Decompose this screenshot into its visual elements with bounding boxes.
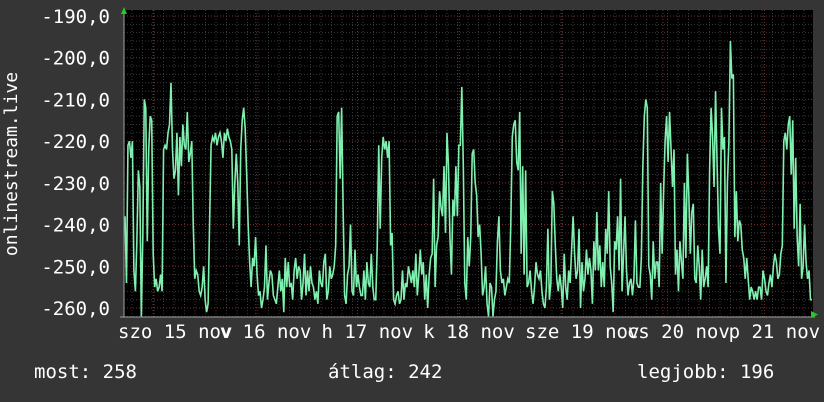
x-tick-label: szo 15 nov (118, 321, 232, 343)
x-tick-label: cs 20 nov (627, 321, 730, 343)
y-tick-label: -230,0 (41, 173, 110, 195)
current-value: most: 258 (34, 361, 137, 383)
x-tick-label: k 18 nov (423, 321, 515, 343)
x-tick-label: h 17 nov (322, 321, 414, 343)
y-tick-label: -240,0 (41, 215, 110, 237)
y-tick-label: -190,0 (41, 6, 110, 28)
x-axis-ticks: szo 15 novv 16 nov h 17 nov k 18 nov sze 19… (118, 321, 820, 343)
x-tick-label: p 21 nov (729, 321, 821, 343)
best-value: legjobb: 196 (637, 361, 775, 383)
average-value: átlag: 242 (328, 361, 443, 383)
y-tick-label: -260,0 (41, 298, 110, 320)
y-axis-ticks: -190,0 -200,0 -210,0 -220,0 -230,0 -240,0 -250… (41, 6, 110, 320)
chart: -190,0 -200,0 -210,0 -220,0 -230,0 -240,0 -250… (1, 6, 820, 343)
y-tick-label: -220,0 (41, 131, 110, 153)
y-tick-label: -250,0 (41, 256, 110, 278)
y-tick-label: -200,0 (41, 48, 110, 70)
x-tick-label: v 16 nov (220, 321, 312, 343)
y-axis-label: onlinestream.live (1, 72, 22, 256)
x-tick-label: sze 19 nov (525, 321, 639, 343)
y-tick-label: -210,0 (41, 89, 110, 111)
